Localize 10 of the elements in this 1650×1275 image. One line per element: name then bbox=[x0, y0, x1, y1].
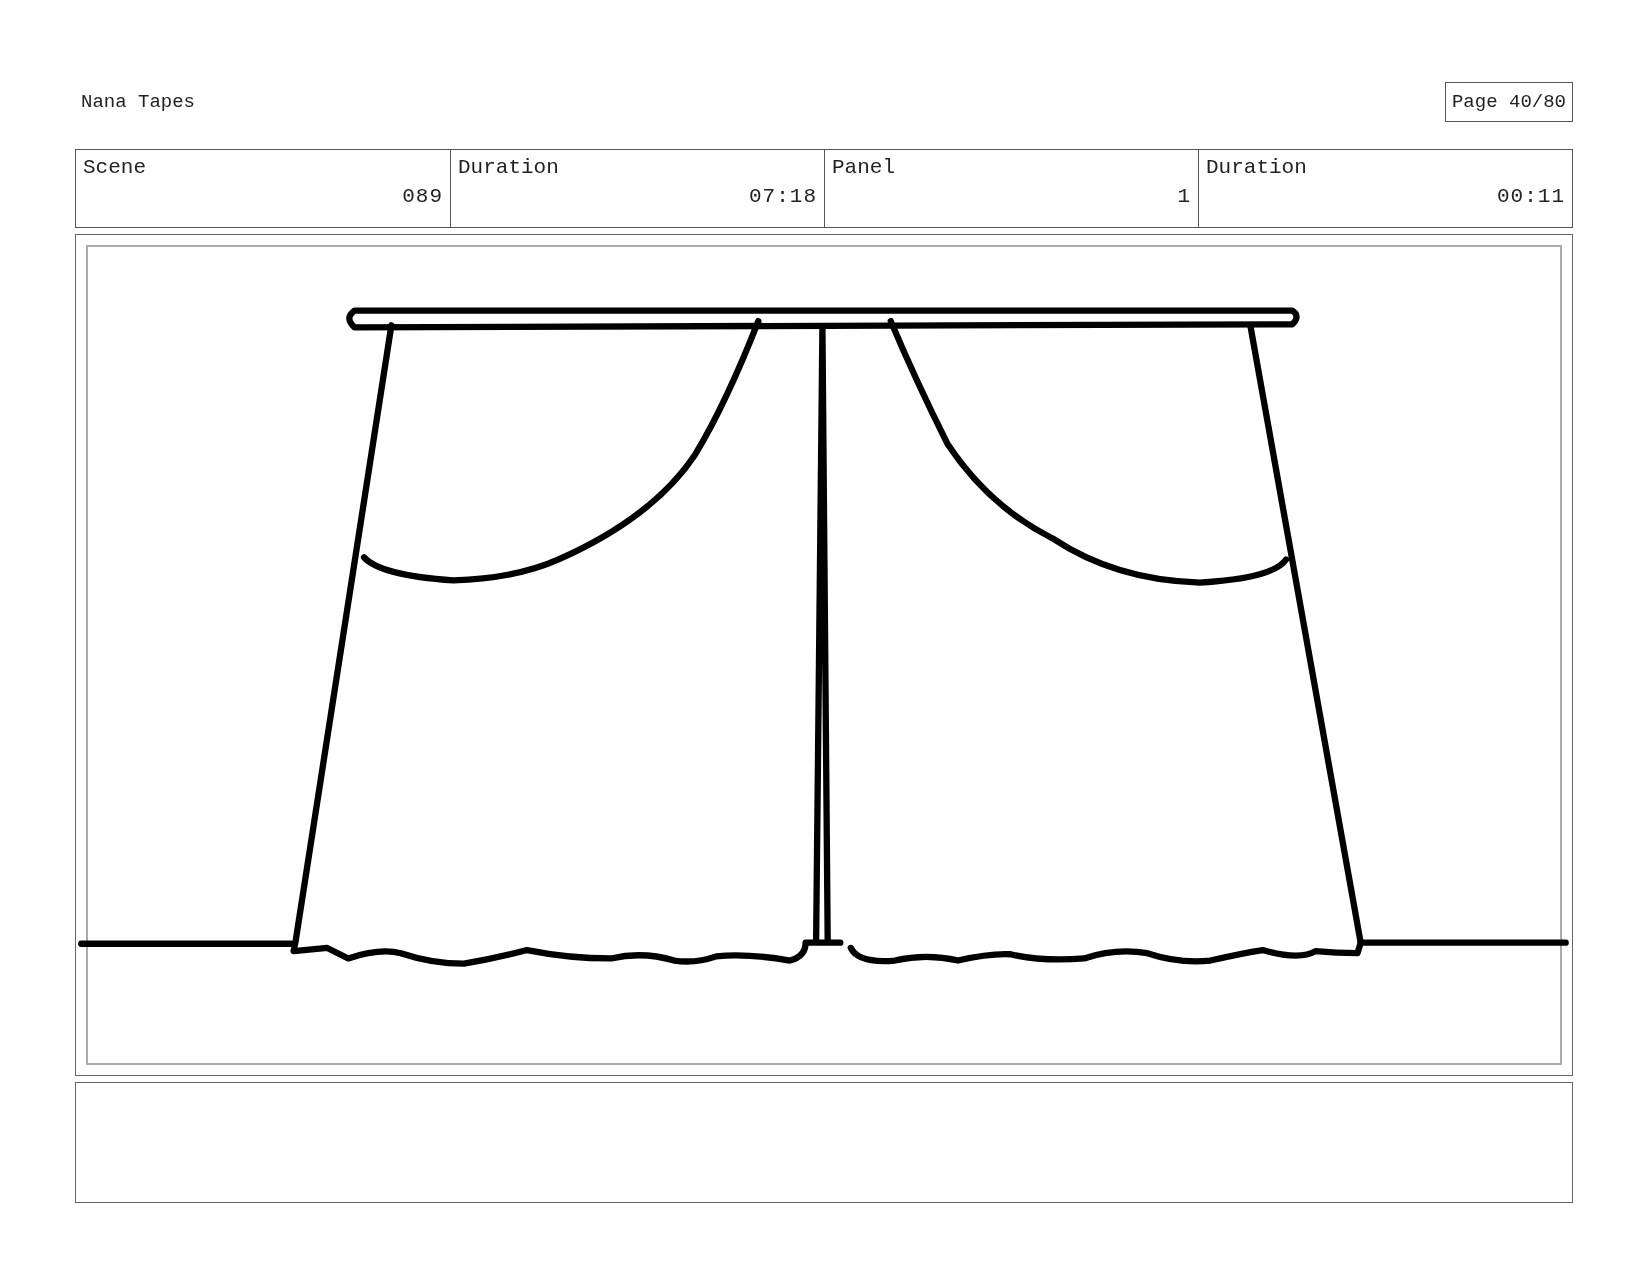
table-cell: 07:18 bbox=[749, 185, 817, 208]
column-header: Duration bbox=[1206, 156, 1307, 179]
table-cell: 1 bbox=[1177, 185, 1191, 208]
column-header: Scene bbox=[83, 156, 146, 179]
column-header: Panel bbox=[832, 156, 895, 179]
page-number: Page 40/80 bbox=[1444, 82, 1573, 122]
table-cell: 089 bbox=[402, 185, 443, 208]
column-header: Duration bbox=[458, 156, 559, 179]
project-title: Nana Tapes bbox=[81, 91, 196, 113]
table-cell: 00:11 bbox=[1497, 185, 1565, 208]
